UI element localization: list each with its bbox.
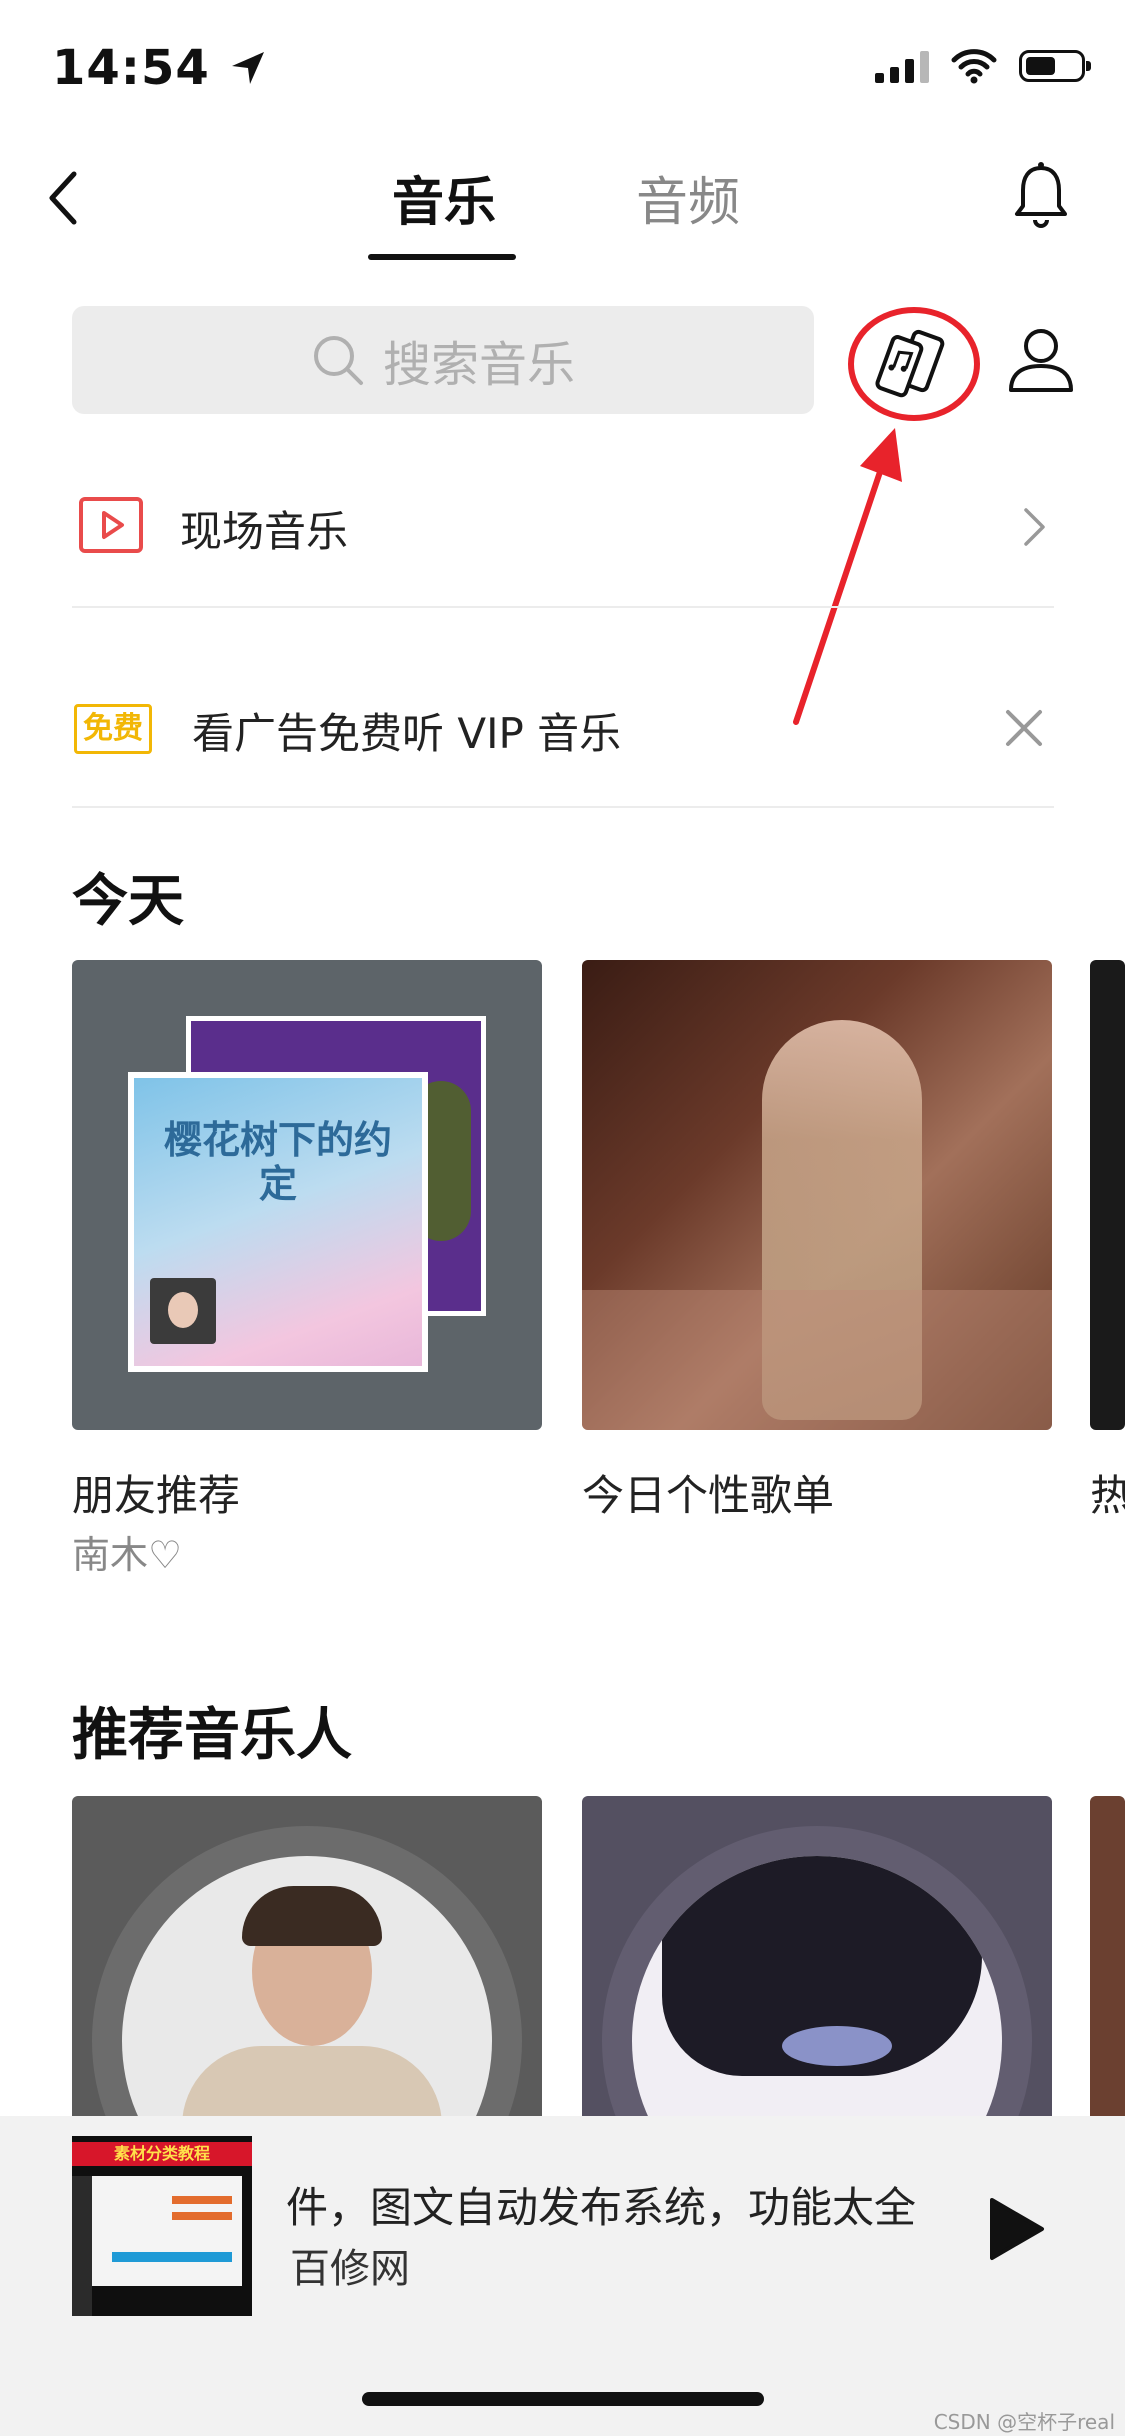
free-badge: 免费 [74, 704, 152, 754]
section-title-artists: 推荐音乐人 [72, 1703, 352, 1768]
cellular-signal-icon [875, 49, 929, 83]
play-icon[interactable] [986, 2196, 1046, 2262]
ad-banner[interactable]: 免费 看广告免费听 VIP 音乐 [0, 680, 1125, 780]
tab-music[interactable]: 音乐 [392, 160, 496, 235]
search-icon [313, 336, 363, 385]
status-indicators [875, 48, 1091, 84]
back-icon[interactable] [44, 170, 84, 226]
mini-player[interactable]: 素材分类教程 件，图文自动发布系统，功能太全 百修网 [0, 2116, 1125, 2436]
section-title-today: 今天 [72, 869, 184, 934]
mini-player-subtitle: 百修网 [290, 2246, 410, 2292]
bell-icon[interactable] [1012, 160, 1070, 230]
divider [72, 606, 1054, 608]
tab-audio[interactable]: 音频 [636, 160, 740, 235]
close-icon[interactable] [1004, 708, 1044, 748]
home-indicator[interactable] [362, 2392, 764, 2406]
artist-card[interactable] [72, 1796, 542, 2126]
card-partial[interactable] [1090, 960, 1125, 1430]
artist-avatar [632, 1856, 1002, 2126]
card-label: 今日个性歌单 [582, 1471, 835, 1520]
ad-banner-text: 看广告免费听 VIP 音乐 [192, 709, 622, 758]
mini-player-thumbnail: 素材分类教程 [72, 2136, 252, 2316]
divider [72, 806, 1054, 808]
watermark: CSDN @空杯子real [933, 2410, 1115, 2434]
tab-active-indicator [368, 254, 516, 260]
music-recognition-icon[interactable] [846, 304, 982, 424]
card-label: 朋友推荐 [72, 1471, 241, 1520]
card-daily-playlist[interactable] [582, 960, 1052, 1430]
search-placeholder: 搜索音乐 [382, 337, 575, 393]
live-music-label: 现场音乐 [180, 507, 349, 556]
album-art-front: 樱花树下的约定 [128, 1072, 428, 1372]
card-subtitle: 南木♡ [72, 1533, 183, 1577]
battery-icon [1019, 50, 1091, 82]
album-art-title: 樱花树下的约定 [163, 1117, 392, 1206]
card-label: 热 [1090, 1471, 1125, 1520]
avatar [150, 1278, 216, 1344]
mini-player-title: 件，图文自动发布系统，功能太全 [286, 2183, 917, 2232]
profile-icon[interactable] [1006, 326, 1076, 394]
live-music-row[interactable]: 现场音乐 [0, 470, 1125, 580]
thumbnail-title: 素材分类教程 [113, 2144, 210, 2163]
status-time: 14:54 [52, 40, 268, 96]
artist-card[interactable] [582, 1796, 1052, 2126]
wifi-icon [951, 49, 997, 84]
live-video-icon [79, 497, 143, 553]
artist-card-partial[interactable] [1090, 1796, 1125, 2126]
location-arrow-icon [231, 52, 264, 84]
chevron-right-icon [1024, 508, 1045, 546]
search-input[interactable]: 搜索音乐 [72, 306, 814, 414]
card-friend-recommend[interactable]: 樱花树下的约定 [72, 960, 542, 1430]
